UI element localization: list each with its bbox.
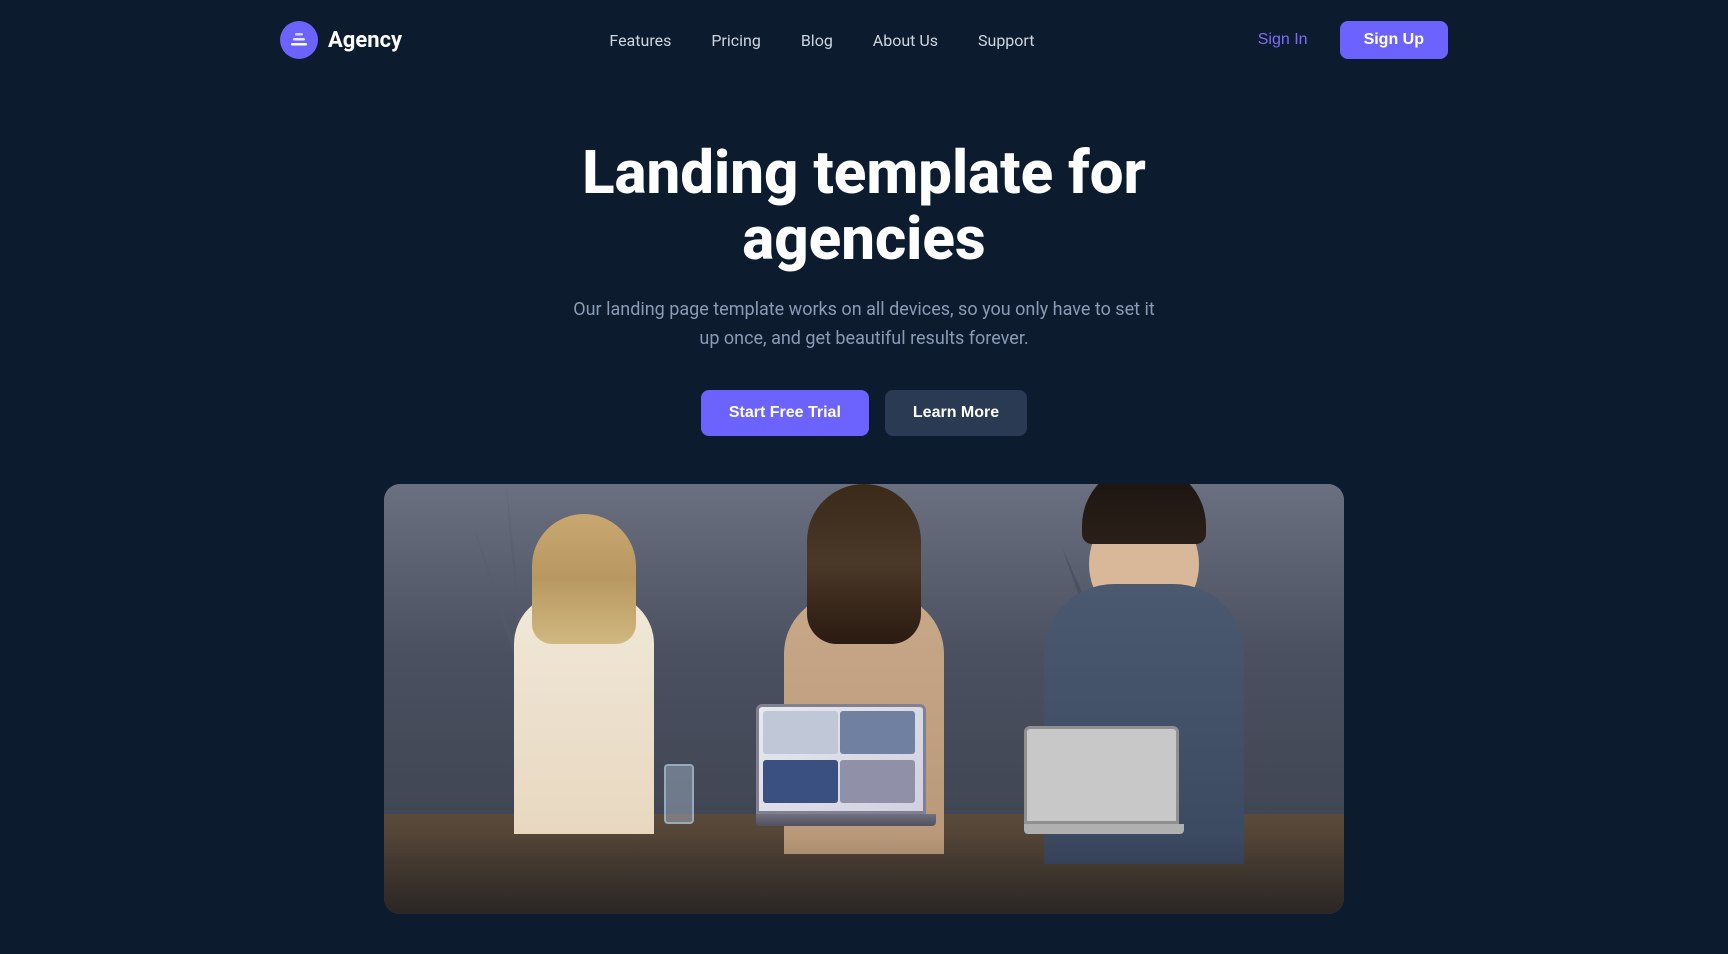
screen-tile-4 — [840, 760, 915, 803]
nav-blog[interactable]: Blog — [801, 31, 833, 50]
nav-links: Features Pricing Blog About Us Support — [609, 31, 1034, 50]
laptop2-base — [1024, 824, 1184, 834]
hero-subtitle: Our landing page template works on all d… — [564, 296, 1164, 354]
laptop2-screen — [1024, 726, 1179, 824]
hero-image — [384, 484, 1344, 914]
screen-tile-2 — [840, 711, 915, 754]
person-left — [484, 514, 684, 834]
hero-section: Landing template for agencies Our landin… — [0, 80, 1728, 954]
brand-logo[interactable]: Agency — [280, 21, 402, 59]
laptop-screen — [756, 704, 926, 814]
laptop-center — [756, 704, 936, 834]
navbar: Agency Features Pricing Blog About Us Su… — [0, 0, 1728, 80]
laptop-base — [756, 814, 936, 826]
person-left-hair — [532, 514, 636, 644]
nav-support[interactable]: Support — [978, 31, 1034, 50]
signin-button[interactable]: Sign In — [1242, 23, 1324, 57]
screen-tile-3 — [763, 760, 838, 803]
laptop-right — [1024, 726, 1184, 836]
nav-features[interactable]: Features — [609, 31, 671, 50]
logo-icon — [280, 21, 318, 59]
learn-more-button[interactable]: Learn More — [885, 390, 1027, 436]
hero-buttons: Start Free Trial Learn More — [701, 390, 1027, 436]
bottom-fade — [384, 834, 1344, 914]
nav-about[interactable]: About Us — [873, 31, 938, 50]
glass-cup — [664, 764, 694, 824]
brand-name: Agency — [328, 28, 402, 53]
person-center-hair — [807, 484, 921, 644]
hero-image-bg — [384, 484, 1344, 914]
screen-tile-1 — [763, 711, 838, 754]
hero-title: Landing template for agencies — [464, 140, 1264, 272]
signup-button[interactable]: Sign Up — [1340, 21, 1448, 59]
nav-pricing[interactable]: Pricing — [711, 31, 761, 50]
nav-actions: Sign In Sign Up — [1242, 21, 1448, 59]
person-right-hair — [1082, 484, 1206, 544]
start-trial-button[interactable]: Start Free Trial — [701, 390, 869, 436]
